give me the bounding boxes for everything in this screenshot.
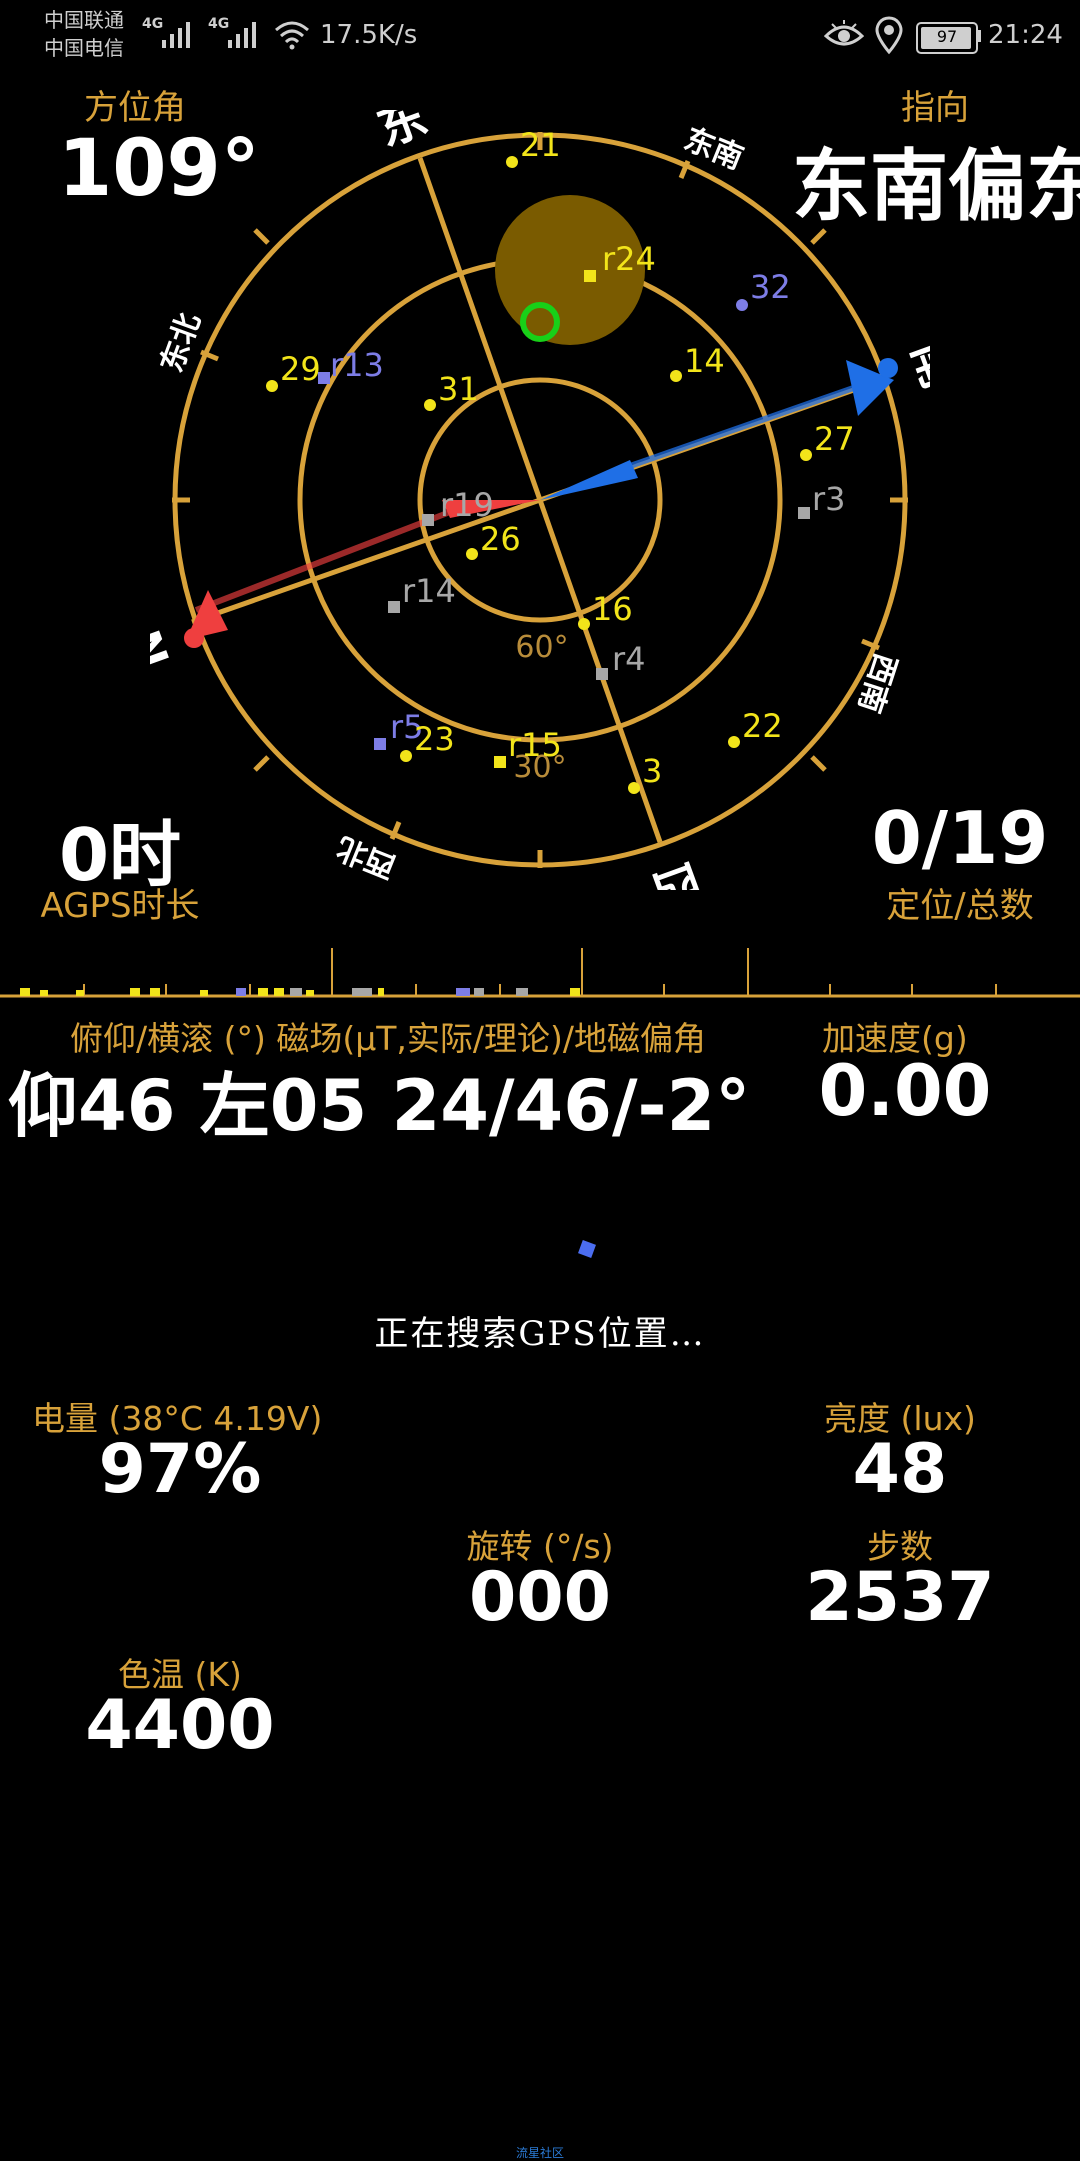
fix-value: 0/19 bbox=[871, 796, 1049, 880]
clock: 21:24 bbox=[988, 20, 1063, 50]
svg-text:23: 23 bbox=[414, 720, 455, 758]
battery-icon: 97 bbox=[916, 22, 978, 54]
steps-value: 2537 bbox=[805, 1558, 995, 1637]
tilt-magnetic-value: 仰46 左05 24/46/-2° bbox=[8, 1065, 751, 1147]
elevation-60-label: 60° bbox=[515, 630, 568, 665]
network-speed: 17.5K/s bbox=[320, 20, 418, 50]
satellite-r14: r14 bbox=[388, 572, 456, 613]
satellite-26: 26 bbox=[466, 520, 521, 560]
svg-text:21: 21 bbox=[520, 126, 561, 164]
satellite-29: 29 bbox=[266, 350, 321, 392]
svg-text:26: 26 bbox=[480, 520, 521, 558]
satellite-22: 22 bbox=[728, 707, 783, 748]
carrier-2: 中国电信 bbox=[44, 36, 124, 60]
rotation-value: 000 bbox=[469, 1558, 611, 1637]
acceleration-value: 0.00 bbox=[818, 1050, 992, 1132]
svg-text:22: 22 bbox=[742, 707, 783, 745]
carrier-1: 中国联通 bbox=[44, 8, 124, 32]
svg-text:31: 31 bbox=[438, 370, 479, 408]
dir-north-label: N bbox=[150, 623, 181, 675]
dir-west-label: 西 bbox=[645, 853, 709, 890]
svg-text:32: 32 bbox=[750, 268, 791, 306]
fix-label: 定位/总数 bbox=[886, 886, 1034, 926]
satellite-r13: r13 bbox=[318, 346, 384, 384]
svg-text:16: 16 bbox=[592, 590, 633, 628]
battery-value: 97% bbox=[98, 1430, 262, 1509]
watermark: 流星社区 bbox=[515, 2146, 564, 2160]
svg-text:r15: r15 bbox=[508, 726, 562, 764]
satellite-r4: r4 bbox=[596, 640, 646, 680]
svg-text:3: 3 bbox=[642, 752, 662, 790]
battery-tip bbox=[976, 30, 981, 42]
satellite-r15: r15 bbox=[494, 726, 562, 768]
svg-text:r19: r19 bbox=[440, 486, 494, 524]
satellite-r3: r3 bbox=[798, 480, 846, 519]
svg-text:r13: r13 bbox=[330, 346, 384, 384]
svg-text:27: 27 bbox=[814, 420, 855, 458]
location-icon bbox=[875, 16, 903, 55]
color-temp-value: 4400 bbox=[85, 1686, 275, 1765]
brightness-value: 48 bbox=[852, 1430, 948, 1509]
battery-percent: 97 bbox=[936, 27, 958, 46]
satellite-14: 14 bbox=[670, 342, 725, 382]
satellite-31: 31 bbox=[424, 370, 479, 411]
signal-strength-strip bbox=[0, 948, 1080, 998]
dir-southwest-label: 西南 bbox=[851, 649, 903, 717]
svg-text:r24: r24 bbox=[602, 240, 656, 278]
status-bar: 中国联通 中国电信 4G 4G 17.5K/s 97 21:24 bbox=[0, 0, 1080, 72]
gps-search-status: 正在搜索GPS位置… bbox=[374, 1314, 706, 1354]
dir-south-label: 南 bbox=[901, 332, 930, 396]
svg-text:r3: r3 bbox=[812, 480, 846, 518]
svg-text:29: 29 bbox=[280, 350, 321, 388]
signal-icon bbox=[162, 22, 190, 48]
sky-compass[interactable]: 东 东南 南 西南 西 西北 N 东北 60° 30° 21 r24 32 29… bbox=[150, 110, 930, 890]
signal-icon-2 bbox=[228, 22, 256, 48]
loading-indicator-icon bbox=[578, 1240, 596, 1258]
svg-text:r14: r14 bbox=[402, 572, 456, 610]
svg-text:14: 14 bbox=[684, 342, 725, 380]
satellite-32: 32 bbox=[736, 268, 791, 311]
svg-text:r4: r4 bbox=[612, 640, 646, 678]
satellite-27: 27 bbox=[800, 420, 855, 461]
eye-icon bbox=[824, 20, 864, 46]
agps-label: AGPS时长 bbox=[40, 886, 200, 926]
satellite-21: 21 bbox=[506, 126, 561, 168]
dir-east-label: 东 bbox=[370, 110, 434, 157]
wifi-icon bbox=[275, 21, 309, 50]
